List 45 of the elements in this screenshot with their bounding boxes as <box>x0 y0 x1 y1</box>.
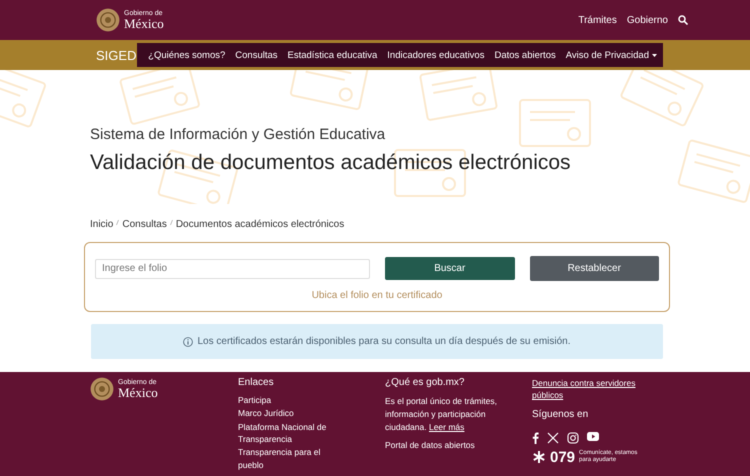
folio-input[interactable]: Ingrese el folio <box>95 258 370 278</box>
footer-heading: ¿Qué es gob.mx? <box>385 377 466 388</box>
menu-item[interactable]: Estadística educativa <box>288 50 378 60</box>
seal-icon <box>96 8 120 32</box>
menu-item[interactable]: Aviso de Privacidad <box>566 50 657 60</box>
brand-label[interactable]: SIGED <box>96 48 137 62</box>
logo-text: México <box>124 17 164 30</box>
logo-text: México <box>118 386 158 399</box>
menu-item[interactable]: ¿Quiénes somos? <box>148 50 226 60</box>
header-link[interactable]: Trámites <box>578 14 617 26</box>
separator-icon <box>116 220 120 225</box>
about-text: Es el portal único de trámites, información y participación ciudadana. Leer más <box>385 395 498 434</box>
menu-item[interactable]: Datos abiertos <box>494 50 556 60</box>
page-title: Validación de documentos académicos electrónicos <box>90 151 572 175</box>
search-button[interactable]: Buscar <box>385 257 514 280</box>
breadcrumb-link[interactable]: Inicio <box>90 219 114 230</box>
header-link[interactable]: Gobierno <box>626 14 668 26</box>
instagram-icon[interactable] <box>567 432 579 444</box>
info-text: Los certificados estarán disponibles para su consulta un día después de su emisión. <box>197 336 570 347</box>
report-link[interactable]: Denuncia contra servidores públicos <box>532 377 652 402</box>
breadcrumb-link[interactable]: Consultas <box>122 219 167 230</box>
footer-link[interactable]: Participa <box>238 394 348 406</box>
caret-icon <box>652 54 657 56</box>
info-icon <box>183 336 194 346</box>
facebook-icon[interactable] <box>532 432 539 444</box>
footer-heading: Síguenos en <box>532 408 590 420</box>
x-icon[interactable] <box>547 432 559 444</box>
footer-link[interactable]: Portal de datos abiertos <box>385 439 495 452</box>
menu-item[interactable]: Consultas <box>235 50 278 60</box>
asterisk-icon <box>532 450 546 464</box>
read-more-link[interactable]: Leer más <box>428 422 464 432</box>
system-subtitle: Sistema de Información y Gestión Educativa <box>90 126 386 143</box>
reset-button[interactable]: Restablecer <box>530 256 659 281</box>
search-icon[interactable] <box>678 15 688 25</box>
seal-icon <box>90 377 114 401</box>
separator-icon <box>170 220 173 225</box>
video-play-icon[interactable] <box>587 432 599 441</box>
footer-heading: Enlaces <box>238 377 275 388</box>
footer-link[interactable]: Transparencia para el pueblo <box>238 446 348 471</box>
menu-item[interactable]: Indicadores educativos <box>387 50 484 60</box>
hotline-number[interactable]: 079 <box>550 448 576 466</box>
footer-link[interactable]: Marco Jurídico <box>238 407 348 420</box>
folio-hint: Ubica el folio en tu certificado <box>312 290 442 301</box>
footer-link[interactable]: Plataforma Nacional de Transparencia <box>238 420 348 446</box>
breadcrumb-link[interactable]: Documentos académicos electrónicos <box>176 219 344 230</box>
